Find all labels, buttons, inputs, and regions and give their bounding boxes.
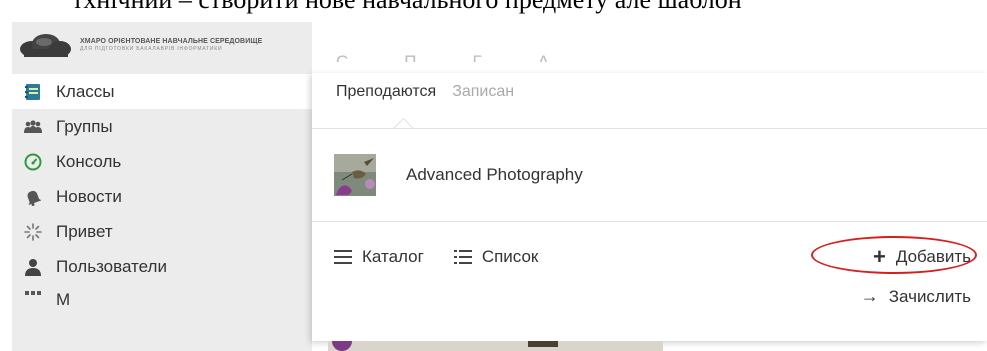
catalog-view-label: Каталог	[362, 247, 424, 266]
cloud-logo-icon	[18, 33, 72, 57]
document-text-line: тхнічнии – створити нове навчального пре…	[0, 0, 987, 15]
logo-subtitle: ДЛЯ ПІДГОТОВКИ БАКАЛАВРІВ ІНФОРМАТИКИ	[80, 46, 223, 52]
group-icon	[24, 118, 42, 136]
classes-dropdown-panel: Преподаются Записан Advanced Photography	[312, 73, 987, 341]
add-class-button[interactable]: + Добавить	[873, 244, 971, 269]
list-view-label: Список	[481, 247, 539, 266]
sidebar-item-label: Консоль	[56, 151, 122, 171]
sidebar-item-groups[interactable]: Группы	[12, 109, 312, 144]
enroll-label: Зачислить	[888, 286, 971, 306]
list-view-button[interactable]: Список	[453, 247, 539, 267]
sidebar-item-label: Группы	[56, 116, 113, 136]
plus-icon: +	[873, 244, 886, 269]
enroll-button[interactable]: → Зачислить	[861, 286, 971, 307]
tab-enrolled[interactable]: Записан	[452, 83, 514, 101]
sidebar-nav: Классы Группы Консоль Новости Привет Пол…	[12, 74, 312, 310]
view-switcher: Каталог Список	[334, 247, 568, 267]
background-tab: А	[537, 52, 550, 62]
notebook-icon	[24, 83, 42, 101]
catalog-view-button[interactable]: Каталог	[334, 247, 424, 267]
sidebar-item-label: Классы	[56, 81, 115, 101]
sidebar-item-hello[interactable]: Привет	[12, 214, 312, 249]
background-tab: С	[336, 52, 349, 62]
sparkle-icon	[24, 222, 42, 241]
background-class-image	[328, 341, 663, 351]
sidebar-item-partial[interactable]: М	[12, 284, 312, 310]
background-tab: Г	[472, 52, 482, 62]
sidebar-item-users[interactable]: Пользователи	[12, 249, 312, 284]
panel-tabs: Преподаются Записан	[336, 83, 514, 101]
sidebar-item-label: Привет	[56, 221, 113, 241]
sidebar-item-label: М	[56, 290, 71, 309]
logo-title: ХМАРО ОРІЄНТОВАНЕ НАВЧАЛЬНЕ СЕРЕДОВИЩЕ	[80, 38, 263, 45]
class-name: Advanced Photography	[406, 165, 583, 184]
gauge-icon	[24, 153, 42, 171]
user-icon	[24, 258, 42, 276]
class-list-item[interactable]: Advanced Photography	[312, 129, 987, 221]
sidebar-item-label: Пользователи	[56, 256, 167, 276]
sidebar-item-news[interactable]: Новости	[12, 179, 312, 214]
menu-icon	[334, 250, 352, 264]
logo[interactable]: ХМАРО ОРІЄНТОВАНЕ НАВЧАЛЬНЕ СЕРЕДОВИЩЕ Д…	[18, 28, 262, 62]
sidebar-item-label: Новости	[56, 186, 122, 206]
list-icon	[453, 250, 472, 264]
sidebar-item-classes[interactable]: Классы	[12, 74, 312, 109]
class-thumbnail	[334, 154, 376, 196]
divider	[312, 221, 987, 222]
add-class-label: Добавить	[895, 247, 971, 266]
background-tab: П	[404, 52, 417, 62]
sidebar: ХМАРО ОРІЄНТОВАНЕ НАВЧАЛЬНЕ СЕРЕДОВИЩЕ Д…	[12, 22, 312, 351]
background-tabs: С П Г А	[336, 46, 549, 62]
background-header: С П Г А	[312, 32, 987, 73]
bell-icon	[24, 188, 42, 206]
arrow-right-icon: →	[860, 286, 879, 306]
tab-teaching[interactable]: Преподаются	[336, 83, 436, 101]
sidebar-item-console[interactable]: Консоль	[12, 144, 312, 179]
grid-icon	[24, 290, 42, 308]
